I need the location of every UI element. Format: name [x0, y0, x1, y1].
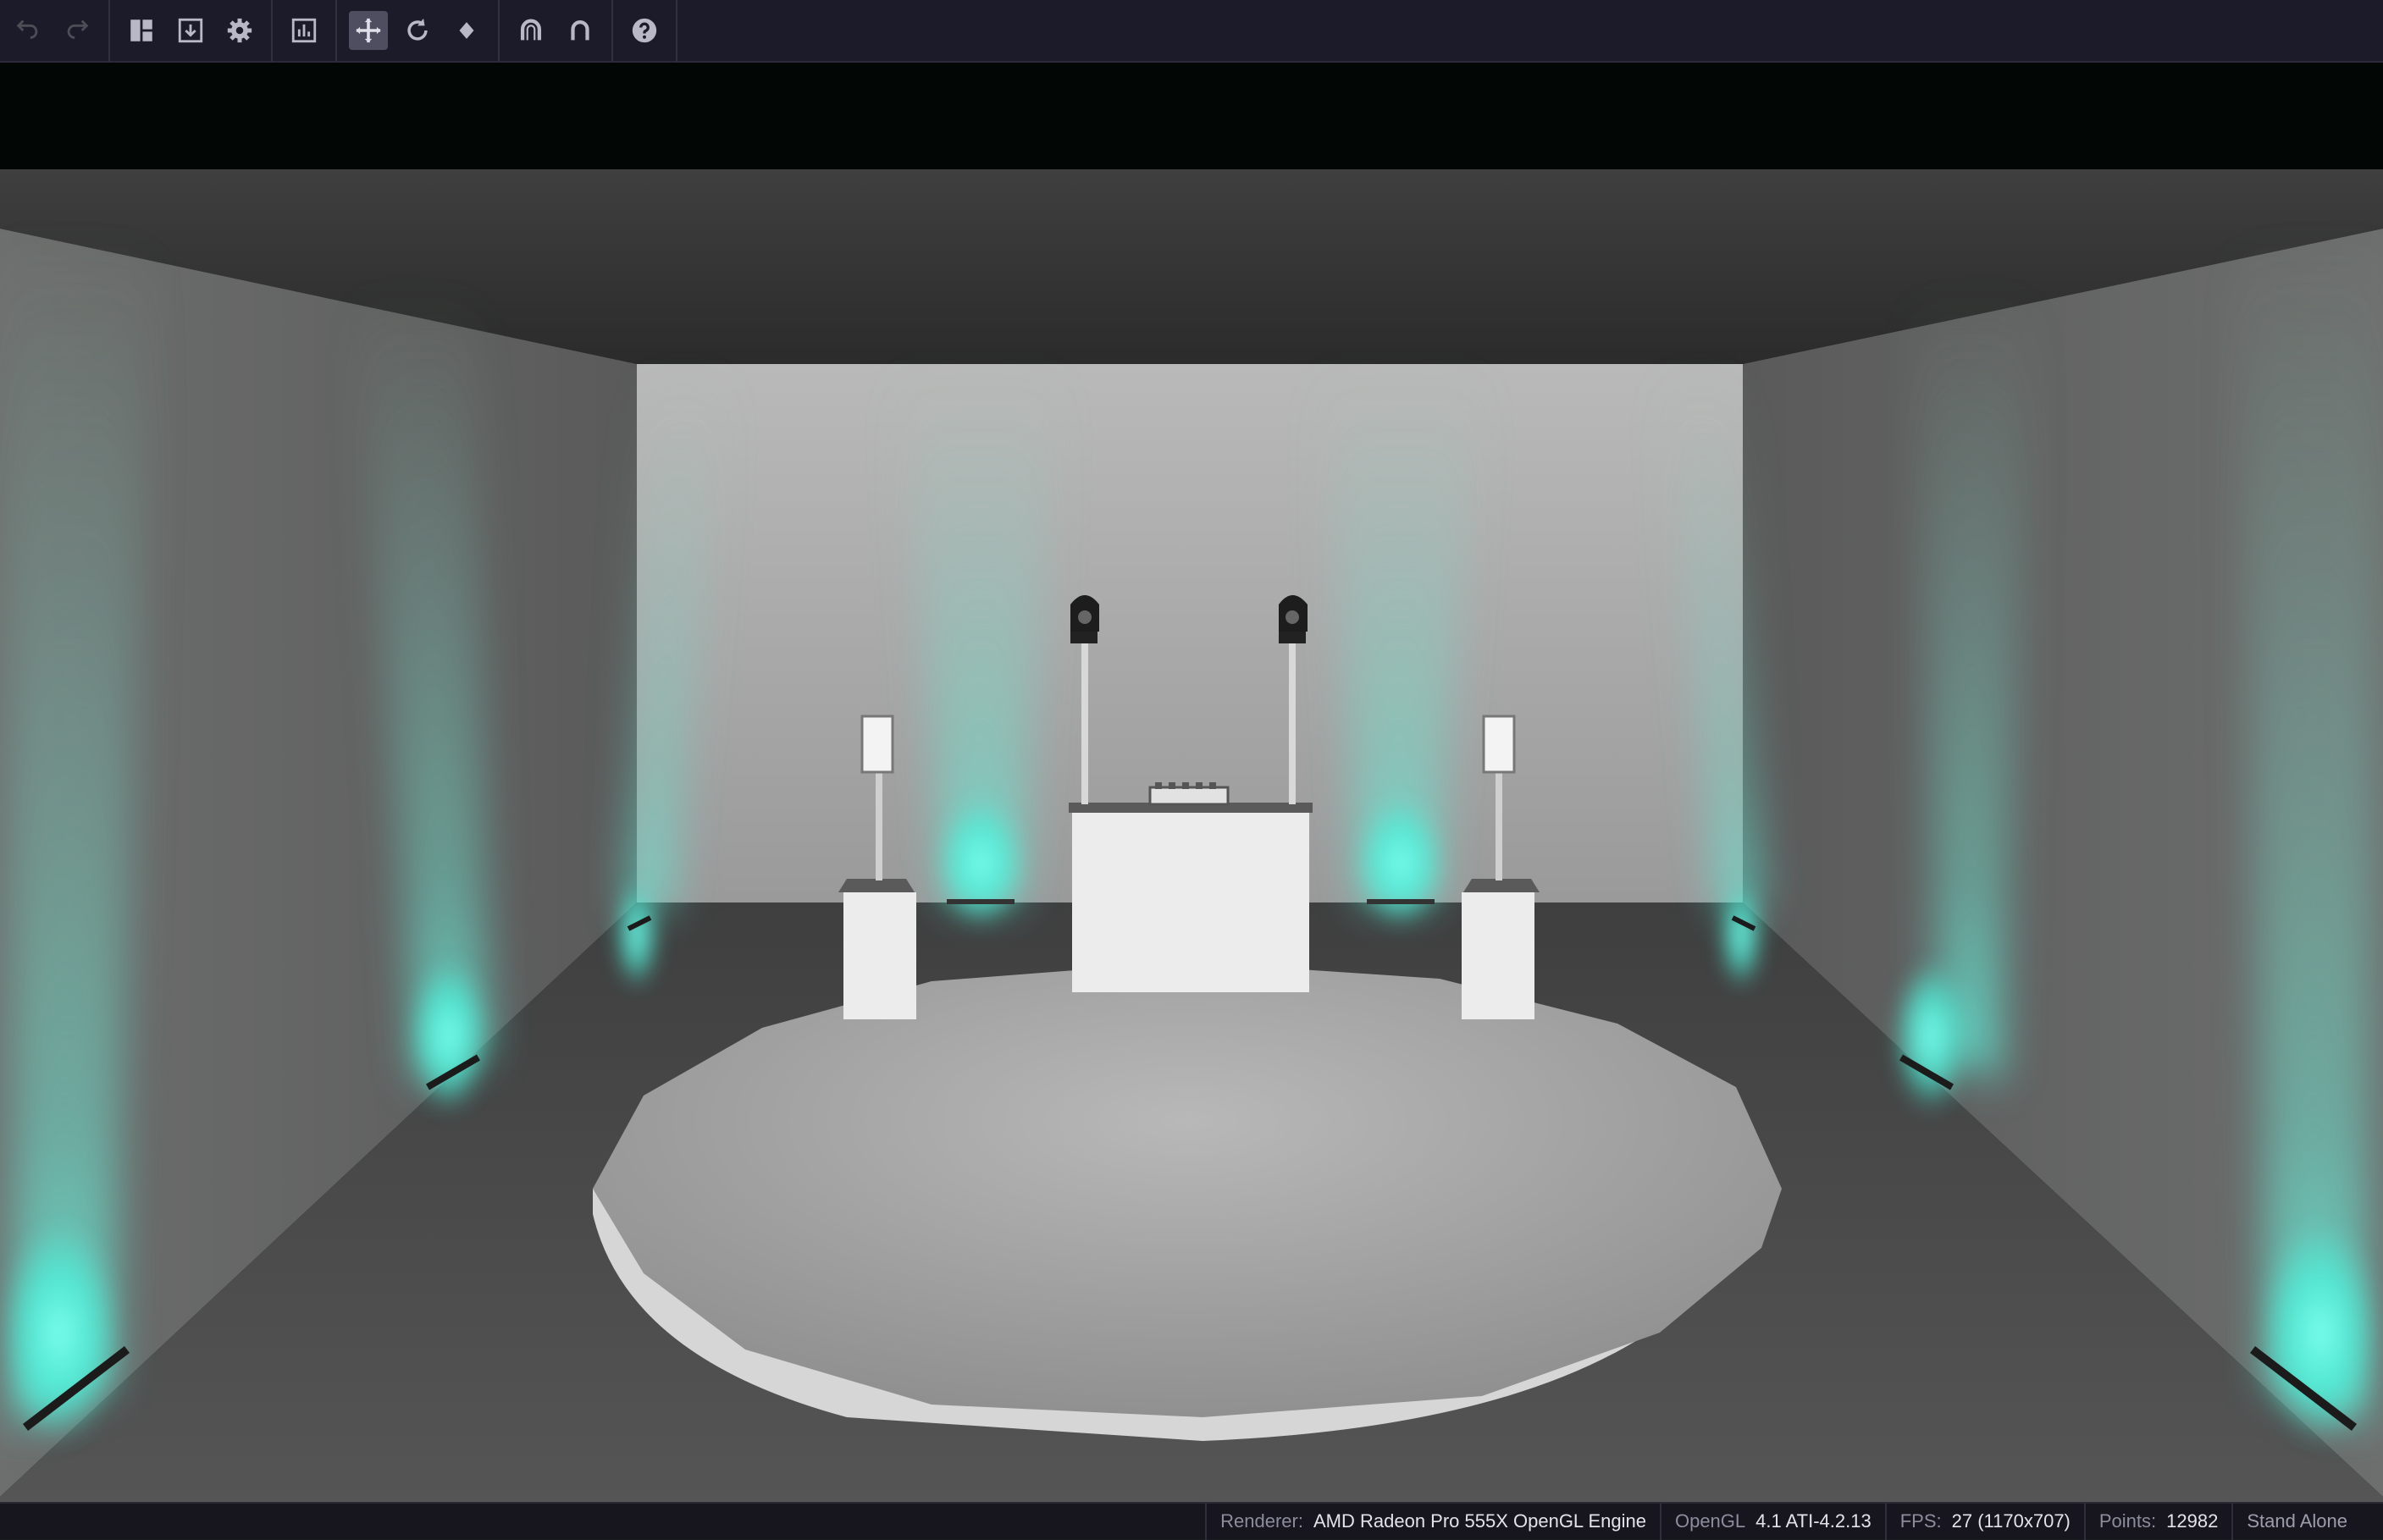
- export-icon: [178, 18, 203, 43]
- mode-status: Stand Alone: [2231, 1503, 2361, 1540]
- mode-value: Stand Alone: [2247, 1510, 2347, 1532]
- info-group: [273, 0, 337, 62]
- rotate-icon: [407, 18, 428, 41]
- move-icon: [356, 18, 381, 43]
- undo-icon: [16, 19, 38, 39]
- opengl-status: OpenGL 4.1 ATI-4.2.13: [1659, 1503, 1885, 1540]
- main-toolbar: [0, 0, 2383, 63]
- layout-icon: [130, 19, 152, 41]
- gear-icon: [227, 18, 252, 43]
- redo-icon: [67, 19, 89, 39]
- opengl-label: OpenGL: [1674, 1510, 1746, 1532]
- diamond-icon: [459, 22, 474, 39]
- move-tool-button[interactable]: [349, 11, 388, 50]
- points-label: Points:: [2098, 1510, 2157, 1532]
- snap-grid-button[interactable]: [511, 11, 550, 50]
- void-top: [0, 63, 2383, 169]
- fps-label: FPS:: [1899, 1510, 1942, 1532]
- points-status: Points: 12982: [2083, 1503, 2231, 1540]
- select-tool-button[interactable]: [447, 11, 486, 50]
- dj-booth[interactable]: [1069, 782, 1313, 992]
- stage-scene[interactable]: [0, 63, 2383, 1502]
- help-button[interactable]: [625, 11, 664, 50]
- panels-group: [110, 0, 273, 62]
- help-icon: [632, 18, 657, 43]
- export-button[interactable]: [171, 11, 210, 50]
- snap-button[interactable]: [561, 11, 600, 50]
- help-group: [613, 0, 677, 62]
- status-bar: Renderer: AMD Radeon Pro 555X OpenGL Eng…: [0, 1502, 2383, 1540]
- points-value: 12982: [2166, 1510, 2219, 1532]
- magnet-grid-icon: [520, 19, 542, 41]
- 3d-viewport[interactable]: [0, 63, 2383, 1502]
- renderer-status: Renderer: AMD Radeon Pro 555X OpenGL Eng…: [1205, 1503, 1660, 1540]
- layout-button[interactable]: [122, 11, 161, 50]
- history-group: [3, 0, 110, 62]
- fps-value: 27 (1170x707): [1951, 1510, 2071, 1532]
- undo-button[interactable]: [8, 11, 47, 50]
- renderer-value: AMD Radeon Pro 555X OpenGL Engine: [1313, 1510, 1646, 1532]
- transform-group: [337, 0, 500, 62]
- rotate-tool-button[interactable]: [398, 11, 437, 50]
- chart-icon: [291, 18, 317, 43]
- statistics-button[interactable]: [285, 11, 323, 50]
- opengl-value: 4.1 ATI-4.2.13: [1755, 1510, 1872, 1532]
- magnet-icon: [571, 20, 589, 41]
- redo-button[interactable]: [58, 11, 97, 50]
- fps-status: FPS: 27 (1170x707): [1884, 1503, 2084, 1540]
- snap-group: [500, 0, 613, 62]
- renderer-label: Renderer:: [1220, 1510, 1303, 1532]
- settings-button[interactable]: [220, 11, 259, 50]
